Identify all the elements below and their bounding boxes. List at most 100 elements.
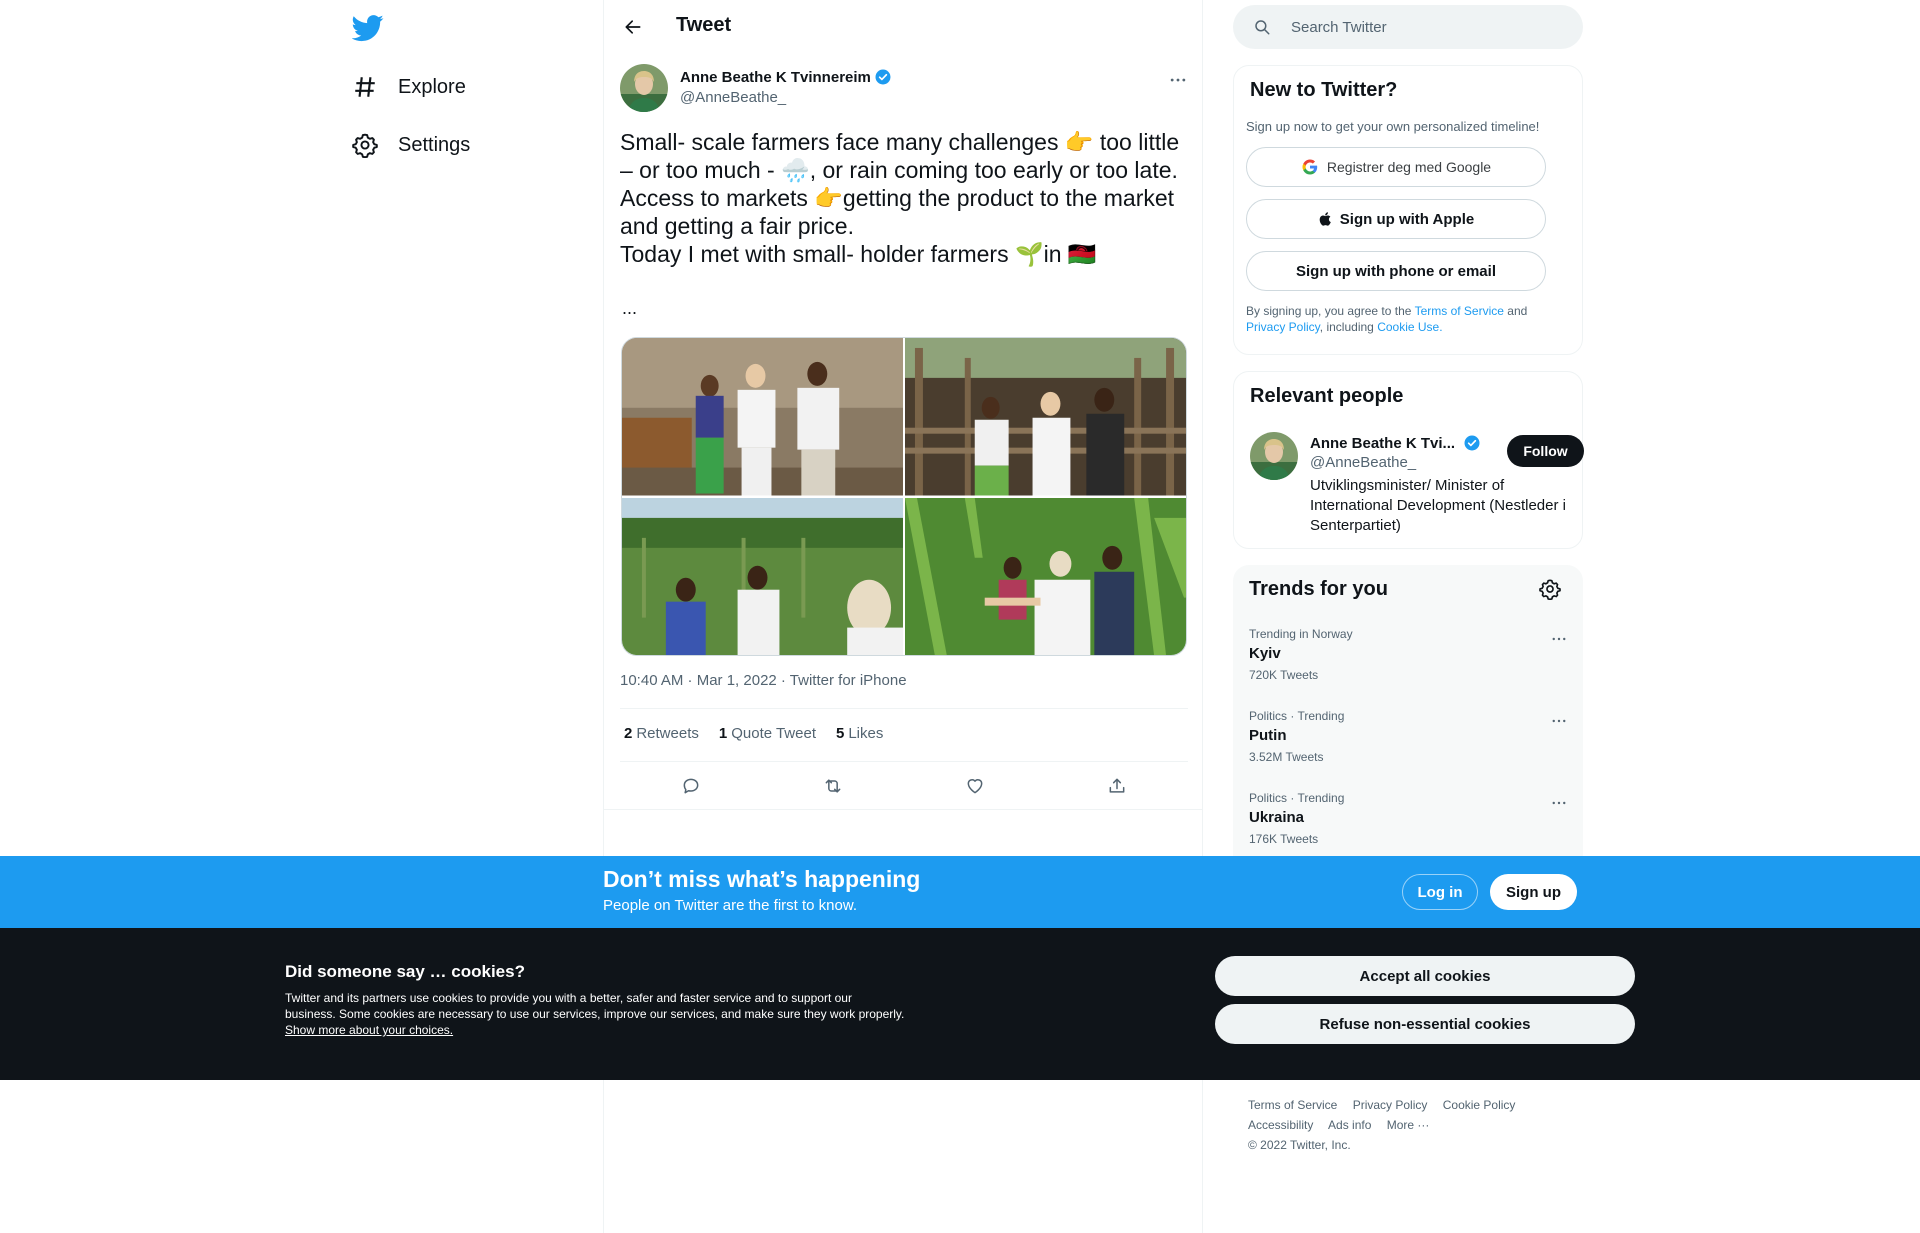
verified-badge-icon — [874, 68, 892, 86]
tweet-media-grid — [621, 337, 1187, 656]
author-name-text: Anne Beathe K Tvinnereim — [680, 68, 871, 86]
tweet-stats: 2 Retweets 1 Quote Tweet 5 Likes — [624, 725, 883, 742]
more-options-icon[interactable] — [1547, 709, 1571, 733]
google-signup-button[interactable]: Registrer deg med Google — [1246, 147, 1546, 187]
twitter-bird-icon[interactable] — [352, 12, 384, 44]
hashtag-icon — [352, 74, 378, 100]
signup-subtitle: Sign up now to get your own personalized… — [1246, 119, 1540, 134]
tweet-ellipsis: ... — [622, 298, 638, 318]
apple-signup-label: Sign up with Apple — [1339, 210, 1475, 228]
person-name[interactable]: Anne Beathe K Tvi... — [1310, 434, 1481, 452]
author-handle[interactable]: @AnneBeathe_ — [680, 89, 786, 106]
nav-label: Explore — [398, 75, 466, 98]
trend-count: 3.52M Tweets — [1249, 750, 1324, 764]
cookie-use-link[interactable]: Cookie Use. — [1377, 320, 1442, 334]
nav-item-explore[interactable]: Explore — [352, 67, 466, 107]
apple-signup-button[interactable]: Sign up with Apple — [1246, 199, 1546, 239]
avatar[interactable] — [1250, 432, 1298, 480]
terms-prefix: By signing up, you agree to the — [1246, 304, 1412, 318]
stat-label: Likes — [848, 725, 884, 742]
verified-badge-icon — [1463, 434, 1481, 452]
trend-item[interactable]: Politics · Trending Putin 3.52M Tweets — [1249, 709, 1569, 764]
footer-link[interactable]: Privacy Policy — [1353, 1098, 1428, 1112]
divider — [620, 708, 1188, 709]
tweet-photo-1[interactable] — [622, 338, 903, 496]
terms-and: and — [1507, 304, 1528, 318]
footer-link[interactable]: Cookie Policy — [1443, 1098, 1516, 1112]
login-banner-title: Don’t miss what’s happening — [603, 866, 921, 892]
footer-link[interactable]: More ··· — [1387, 1118, 1430, 1132]
person-bio: Utviklingsminister/ Minister of Internat… — [1310, 477, 1566, 534]
gear-icon[interactable] — [1539, 578, 1561, 600]
login-button[interactable]: Log in — [1402, 874, 1478, 910]
terms-including: , including — [1319, 320, 1374, 334]
trend-name: Ukraina — [1249, 809, 1305, 826]
tweet-actions — [620, 766, 1188, 806]
trends-card: Trends for you Trending in Norway Kyiv 7… — [1233, 565, 1583, 856]
follow-button[interactable]: Follow — [1507, 435, 1584, 467]
nav-label: Settings — [398, 133, 471, 156]
trend-item[interactable]: Trending in Norway Kyiv 720K Tweets — [1249, 627, 1569, 682]
reply-icon[interactable] — [674, 769, 708, 803]
phone-signup-button[interactable]: Sign up with phone or email — [1246, 251, 1546, 291]
signup-card: New to Twitter? Sign up now to get your … — [1233, 65, 1583, 355]
author-name[interactable]: Anne Beathe K Tvinnereim — [680, 68, 892, 86]
more-options-icon[interactable] — [1547, 791, 1571, 815]
retweet-icon[interactable] — [816, 769, 850, 803]
cookie-body-text: Twitter and its partners use cookies to … — [285, 991, 905, 1021]
tweet-photo-4[interactable] — [905, 497, 1186, 655]
tweet-photo-2[interactable] — [905, 338, 1186, 496]
stat-count: 1 — [718, 725, 728, 742]
signup-button[interactable]: Sign up — [1490, 874, 1577, 910]
search-input[interactable] — [1289, 5, 1569, 49]
trend-count: 720K Tweets — [1249, 668, 1319, 682]
search-box[interactable] — [1233, 5, 1583, 49]
page-title: Tweet — [676, 14, 732, 36]
footer-link[interactable]: Terms of Service — [1248, 1098, 1337, 1112]
trend-context: Politics · Trending — [1249, 791, 1345, 805]
apple-icon — [1318, 211, 1334, 227]
google-signup-label: Registrer deg med Google — [1326, 159, 1492, 175]
search-icon — [1253, 18, 1271, 36]
stat-count: 2 — [624, 725, 633, 742]
privacy-policy-link[interactable]: Privacy Policy — [1246, 320, 1320, 334]
trend-count: 176K Tweets — [1249, 832, 1319, 846]
relevant-people-title: Relevant people — [1250, 385, 1404, 407]
trend-context: Politics · Trending — [1249, 709, 1345, 723]
signup-card-title: New to Twitter? — [1250, 79, 1398, 101]
footer-links: Terms of Service Privacy Policy Cookie P… — [1248, 1095, 1578, 1155]
stat-label: Quote Tweet — [731, 725, 816, 742]
avatar[interactable] — [620, 64, 668, 112]
footer-link[interactable]: Ads info — [1328, 1118, 1371, 1132]
cookie-banner-body: Twitter and its partners use cookies to … — [285, 990, 905, 1038]
divider — [620, 761, 1188, 762]
trend-name: Kyiv — [1249, 645, 1281, 662]
copyright: © 2022 Twitter, Inc. — [1248, 1138, 1351, 1152]
footer-link[interactable]: Accessibility — [1248, 1118, 1313, 1132]
nav-item-settings[interactable]: Settings — [352, 125, 470, 165]
refuse-cookies-button[interactable]: Refuse non-essential cookies — [1215, 1004, 1635, 1044]
divider — [604, 809, 1202, 810]
accept-cookies-button[interactable]: Accept all cookies — [1215, 956, 1635, 996]
like-icon[interactable] — [958, 769, 992, 803]
login-banner-subtitle: People on Twitter are the first to know. — [603, 897, 858, 914]
trend-item[interactable]: Politics · Trending Ukraina 176K Tweets — [1249, 791, 1569, 846]
tweet-photo-3[interactable] — [622, 497, 903, 655]
more-options-icon[interactable] — [1166, 68, 1190, 92]
quote-tweet-count[interactable]: 1 Quote Tweet — [719, 725, 816, 742]
cookie-choices-link[interactable]: Show more about your choices. — [285, 1023, 453, 1037]
back-arrow-icon[interactable] — [616, 10, 650, 44]
tweet-timestamp[interactable]: 10:40 AM · Mar 1, 2022 · Twitter for iPh… — [620, 672, 907, 689]
stat-count: 5 — [836, 725, 845, 742]
more-options-icon[interactable] — [1547, 627, 1571, 651]
trend-name: Putin — [1249, 727, 1287, 744]
terms-text: By signing up, you agree to the Terms of… — [1246, 303, 1566, 335]
trends-title: Trends for you — [1249, 578, 1388, 600]
terms-of-service-link[interactable]: Terms of Service — [1415, 304, 1504, 318]
retweet-count[interactable]: 2 Retweets — [624, 725, 699, 742]
tweet-author: Anne Beathe K Tvinnereim @AnneBeathe_ — [620, 64, 1190, 114]
google-icon — [1301, 158, 1319, 176]
tweet-text: Small- scale farmers face many challenge… — [620, 129, 1180, 267]
share-icon[interactable] — [1100, 769, 1134, 803]
like-count[interactable]: 5 Likes — [836, 725, 883, 742]
